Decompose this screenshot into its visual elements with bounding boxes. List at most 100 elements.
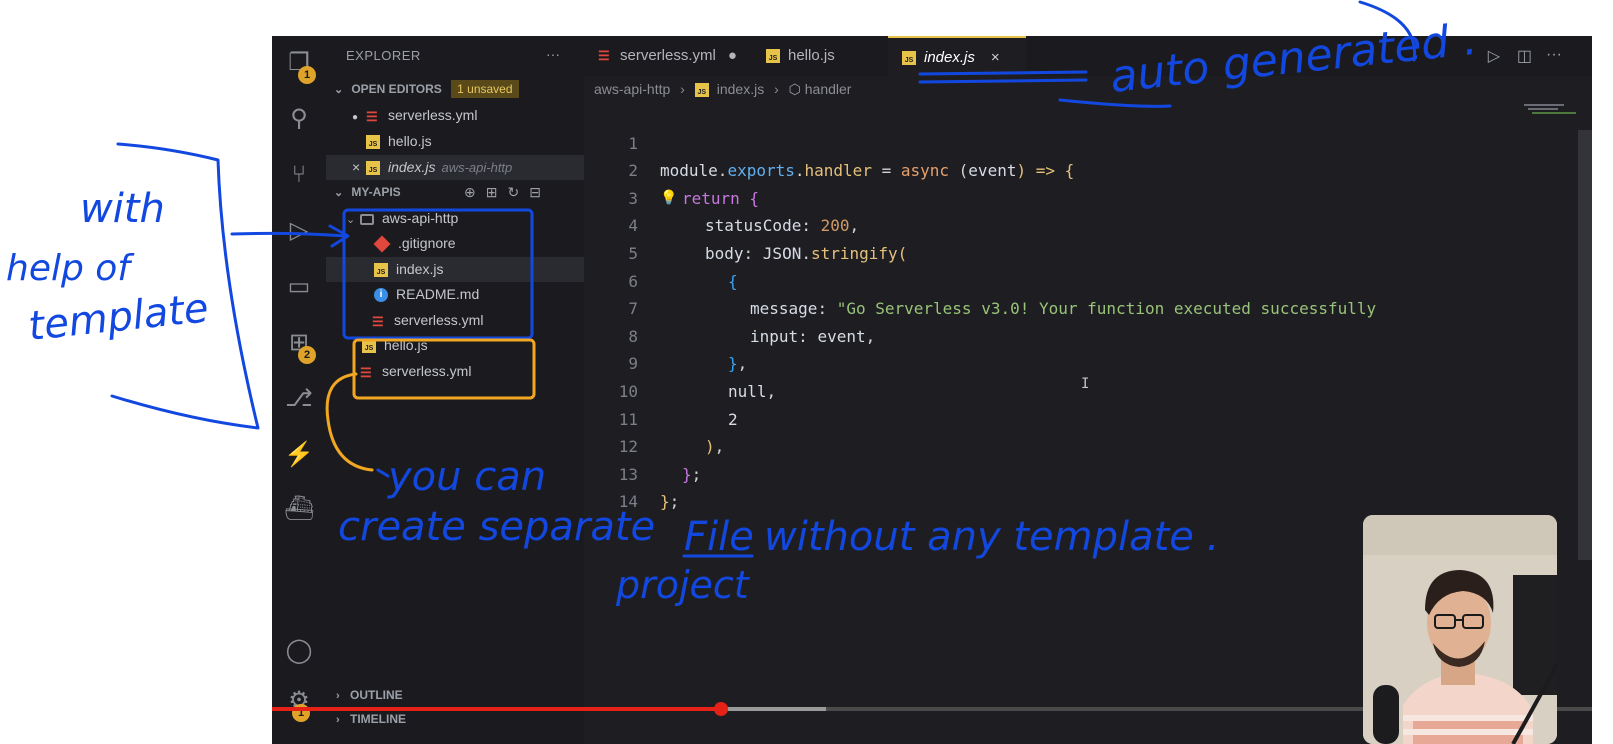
breadcrumb-symbol[interactable]: handler [805,81,852,97]
file-label: README.md [396,286,480,302]
text-cursor-icon: I [1081,376,1090,392]
js-file-icon: JS [694,83,709,98]
token: ) [705,437,715,457]
file-label: .gitignore [398,235,456,251]
timeline-header[interactable]: › TIMELINE [326,708,584,730]
source-control-icon[interactable]: ⑂ [284,160,314,190]
token: 200 [820,216,850,236]
more-actions-icon[interactable]: ··· [1546,46,1562,64]
lightbulb-icon[interactable]: 💡 [660,185,677,213]
tab-serverless-yml[interactable]: ☰ serverless.yml ● [584,36,751,76]
code-line: 6 message: "Go Serverless v3.0! Your fun… [584,240,1376,319]
open-editors-label: OPEN EDITORS [351,82,442,96]
token: event [968,161,1017,181]
file-label: index.js [396,261,444,277]
annotation-with: with [80,186,165,232]
token: , [865,326,876,346]
webcam-overlay [1363,515,1557,744]
workspace-header[interactable]: ⌄ MY-APIS ⊕⊞↻⊟ [326,180,584,205]
line-number: 14 [618,492,638,512]
presenter-video [1363,515,1557,744]
chevron-down-icon: ⌄ [334,187,344,199]
js-file-icon: JS [374,263,388,278]
run-icon[interactable]: ▷ [1488,46,1500,66]
annotation-help-of: help of [6,248,135,289]
explorer-badge: 1 [298,66,316,84]
token: : [743,243,763,263]
remote-explorer-icon[interactable]: ▭ [284,272,314,302]
lightning-icon[interactable]: ⚡ [284,440,314,470]
file-item[interactable]: JS hello.js [326,333,584,358]
modified-dot-icon[interactable]: ● [728,47,737,64]
template-bracket [110,142,260,430]
tab-label: hello.js [788,47,835,64]
close-icon[interactable]: × [352,155,366,180]
tab-index-js[interactable]: JS index.js × [888,36,1026,76]
code-text: }; [660,488,679,516]
code-text: body: JSON.stringify( [705,240,907,268]
token: statusCode [705,216,802,236]
close-tab-icon[interactable]: × [991,49,1000,66]
file-item[interactable]: ☰ serverless.yml [326,359,584,384]
token: event [817,326,866,346]
code-line: 8 }, [584,295,747,374]
outline-header[interactable]: › OUTLINE [326,684,584,706]
workspace-actions[interactable]: ⊕⊞↻⊟ [464,180,551,205]
token: , [849,216,860,236]
open-editors-header[interactable]: ⌄ OPEN EDITORS 1 unsaved [326,77,584,102]
code-line: 1 module.exports.handler = async (event)… [584,102,1592,181]
js-file-icon: JS [766,49,780,64]
git-graph-icon[interactable]: ⎇ [284,384,314,414]
token: , [714,437,725,457]
token: . [717,161,728,181]
folder-item[interactable]: ⌄ aws-api-http [326,206,584,231]
editor-scrollbar[interactable] [1578,130,1592,560]
explorer-more-button[interactable]: ··· [546,46,560,62]
open-editor-item[interactable]: ● ☰ serverless.yml [326,103,584,128]
breadcrumb: aws-api-http › JS index.js › ⬡ handler [594,78,851,100]
open-editor-item-active[interactable]: × JS index.js aws-api-http [326,155,584,180]
token: exports [727,161,795,181]
chevron-right-icon: › [336,714,340,726]
search-icon[interactable]: ⚲ [284,104,314,134]
code-text: 2 [728,406,738,434]
token: : [817,299,837,319]
minimap[interactable] [1518,100,1578,140]
account-icon[interactable]: ◯ [284,636,314,666]
token: ; [691,464,702,484]
symbol-icon: ⬡ [788,81,801,97]
code-line: 12 }; [584,406,702,484]
chevron-right-icon: › [680,81,685,97]
open-editor-item[interactable]: JS hello.js [326,129,584,154]
folder-open-icon [360,213,374,225]
video-buffered-bar [720,707,827,711]
token: async [900,161,950,181]
token: } [728,354,738,374]
file-item[interactable]: i README.md [326,282,584,307]
token: module [660,161,718,181]
docker-icon[interactable]: ⛴ [284,494,314,524]
run-debug-icon[interactable]: ▷ [284,216,314,246]
js-file-icon: JS [362,339,376,354]
video-scrubber-handle[interactable] [713,702,728,716]
code-line: 3 statusCode: 200, [584,157,859,236]
token: ) => [1016,161,1065,181]
file-item[interactable]: .gitignore [326,231,584,256]
token: = [871,161,901,181]
breadcrumb-file[interactable]: index.js [717,81,764,97]
yaml-file-icon: ☰ [372,313,384,329]
code-line: 4 body: JSON.stringify( [584,185,907,263]
code-text: { [728,268,738,296]
tab-label: index.js [924,49,975,66]
token: message [750,299,818,319]
tab-hello-js[interactable]: JS hello.js [752,36,849,76]
split-editor-icon[interactable]: ◫ [1517,46,1532,66]
code-text: }; [682,461,701,489]
file-item-selected[interactable]: JS index.js [326,257,584,282]
modified-dot-icon: ● [352,112,359,123]
breadcrumb-folder[interactable]: aws-api-http [594,81,670,97]
token: "Go Serverless v3.0! Your function execu… [836,299,1377,319]
code-line: 13 }; [584,433,680,512]
explorer-title: EXPLORER [346,48,421,63]
file-item[interactable]: ☰ serverless.yml [326,308,584,333]
